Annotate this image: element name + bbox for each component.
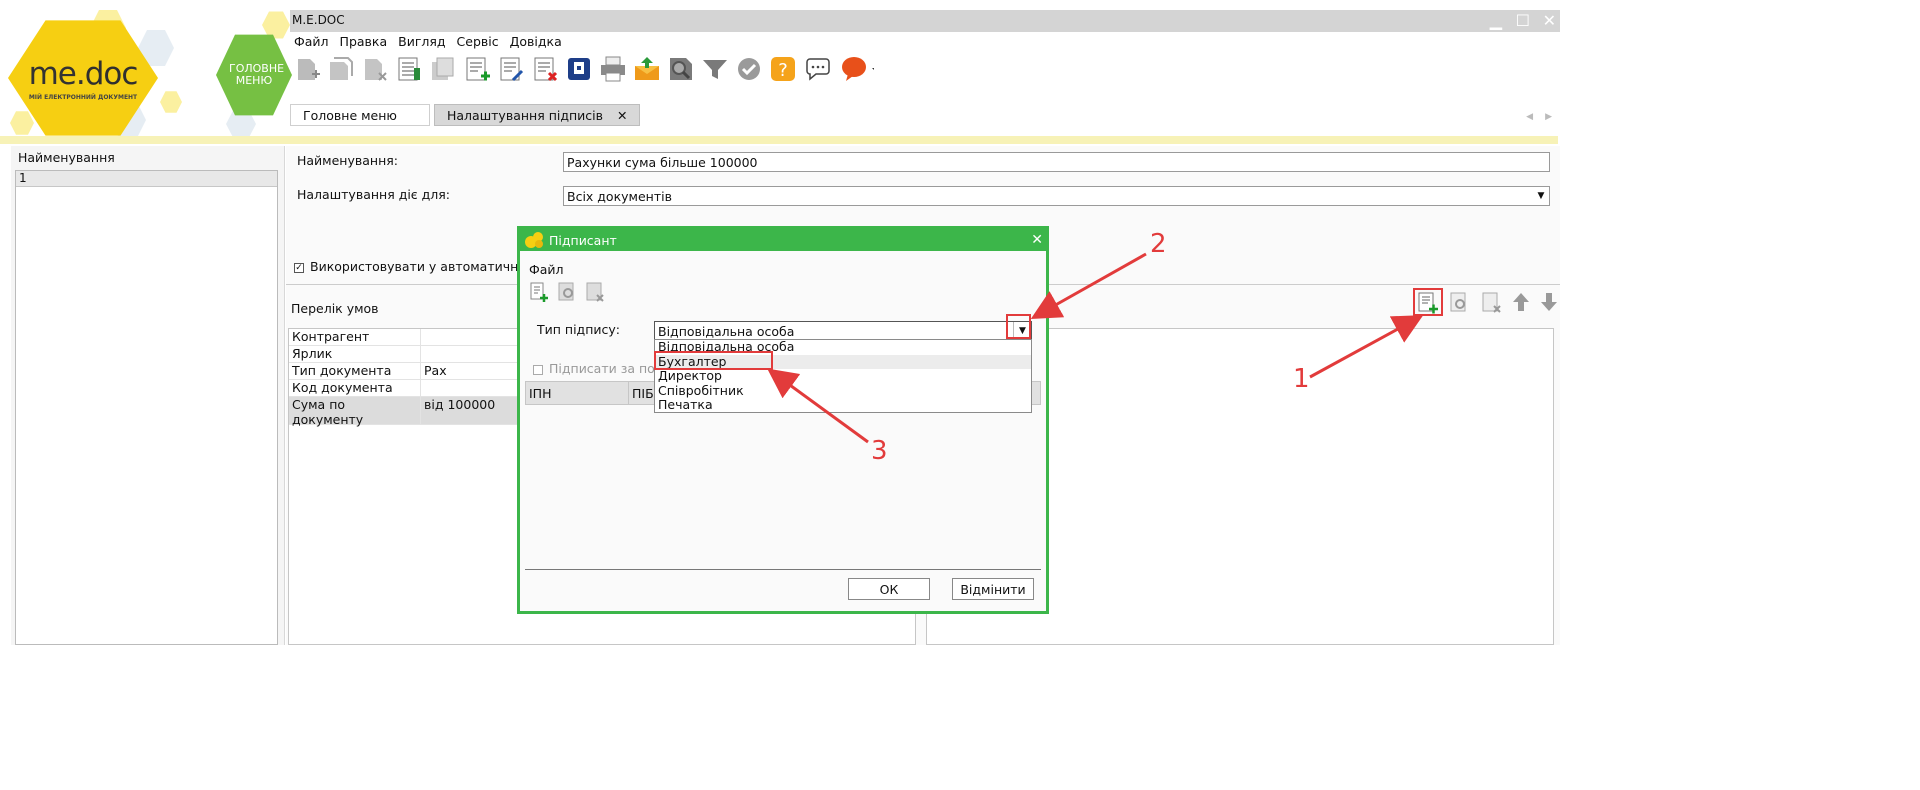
annotation-number-3: 3 (871, 436, 888, 466)
annotation-number-1: 1 (1293, 364, 1310, 394)
annotation-number-2: 2 (1150, 229, 1167, 259)
annotation-arrows (767, 252, 1424, 444)
